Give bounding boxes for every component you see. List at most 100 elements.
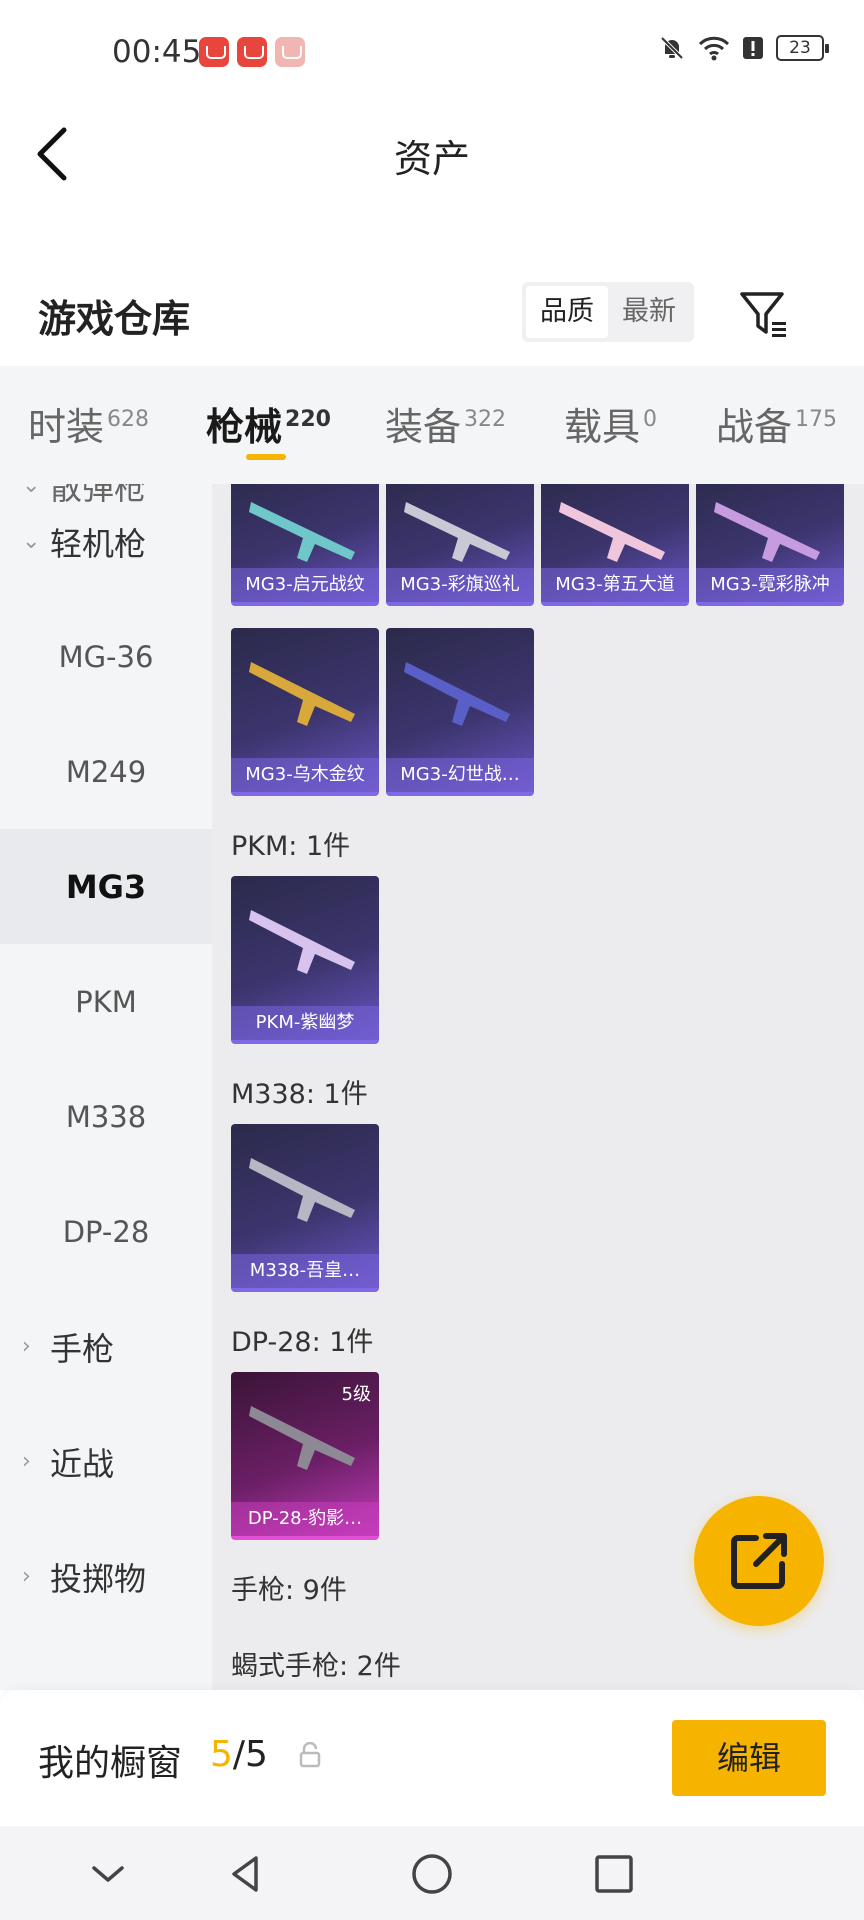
tab-equipment[interactable]: 装备 322 bbox=[385, 396, 506, 451]
sidebar-category-melee[interactable]: › 近战 bbox=[0, 1404, 212, 1519]
wifi-icon bbox=[698, 36, 730, 61]
machine-gun-icon bbox=[714, 502, 820, 562]
battery-icon: 23 bbox=[776, 35, 829, 61]
weapon-card-label: DP-28-豹影… bbox=[231, 1502, 379, 1536]
page-title: 资产 bbox=[393, 137, 470, 181]
tab-label: 枪械 bbox=[206, 405, 283, 449]
group-label-pistol: 手枪: 9件 bbox=[231, 1575, 347, 1606]
tab-label: 时装 bbox=[28, 405, 105, 449]
weapon-card[interactable]: MG3-幻世战… bbox=[386, 628, 534, 796]
tab-supplies[interactable]: 战备 175 bbox=[716, 396, 837, 451]
machine-gun-icon bbox=[249, 1158, 355, 1222]
weapon-type-sidebar: ⌄ 散弹枪 ⌄ 轻机枪 MG-36 M249 MG3 PKM M338 DP-28 … bbox=[0, 484, 212, 1690]
sidebar-item-pkm[interactable]: PKM bbox=[0, 944, 212, 1059]
external-link-icon bbox=[731, 1533, 787, 1589]
category-tabs: 时装 628 枪械 220 装备 322 载具 0 战备 175 bbox=[0, 366, 864, 484]
weapon-card[interactable]: 5级 DP-28-豹影… bbox=[231, 1372, 379, 1540]
showcase-title: 我的橱窗 bbox=[38, 1743, 183, 1784]
tab-label: 装备 bbox=[385, 405, 462, 449]
sidebar-category-label: 手枪 bbox=[50, 1329, 115, 1368]
section-title: 游戏仓库 bbox=[38, 297, 191, 341]
nav-bar: 资产 bbox=[0, 100, 864, 210]
sidebar-category-throwables[interactable]: › 投掷物 bbox=[0, 1519, 212, 1634]
weapon-card-label: MG3-第五大道 bbox=[541, 568, 689, 602]
alert-icon bbox=[743, 37, 763, 59]
back-triangle-icon[interactable] bbox=[222, 1850, 270, 1898]
status-time: 00:45 bbox=[112, 34, 202, 70]
weapon-card[interactable]: MG3-霓彩脉冲 bbox=[696, 484, 844, 606]
chevron-right-icon: › bbox=[22, 1334, 31, 1359]
edit-button[interactable]: 编辑 bbox=[672, 1720, 826, 1796]
tab-count: 175 bbox=[795, 407, 838, 433]
system-nav-bar bbox=[0, 1826, 864, 1920]
weapon-card-label: MG3-霓彩脉冲 bbox=[696, 568, 844, 602]
weapon-card-label: MG3-启元战纹 bbox=[231, 568, 379, 602]
sort-newest-button[interactable]: 最新 bbox=[608, 286, 690, 338]
machine-gun-icon bbox=[404, 662, 510, 726]
tab-label: 战备 bbox=[716, 405, 793, 449]
tab-count: 628 bbox=[107, 407, 150, 433]
share-fab[interactable] bbox=[694, 1496, 824, 1626]
chevron-right-icon: › bbox=[22, 1449, 31, 1474]
tab-count: 322 bbox=[464, 407, 507, 433]
tab-label: 载具 bbox=[564, 405, 641, 449]
weapon-card-label: MG3-乌木金纹 bbox=[231, 758, 379, 792]
showcase-bar: 我的橱窗 5/5 编辑 bbox=[0, 1690, 864, 1826]
section-header: 游戏仓库 品质 最新 bbox=[0, 270, 864, 362]
mute-bell-icon bbox=[660, 36, 684, 60]
weapon-card-label: M338-吾皇… bbox=[231, 1254, 379, 1288]
box-icon bbox=[275, 37, 305, 67]
machine-gun-icon bbox=[249, 662, 355, 726]
chevron-down-icon: ⌄ bbox=[22, 529, 41, 554]
sort-toggle: 品质 最新 bbox=[522, 282, 694, 342]
weapon-card[interactable]: PKM-紫幽梦 bbox=[231, 876, 379, 1044]
status-bar: 00:45 23 bbox=[0, 0, 864, 100]
group-label-scorpion: 蝎式手枪: 2件 bbox=[231, 1651, 401, 1682]
sidebar-item-mg36[interactable]: MG-36 bbox=[0, 599, 212, 714]
sidebar-category-label: 轻机枪 bbox=[50, 524, 147, 563]
weapon-card[interactable]: MG3-第五大道 bbox=[541, 484, 689, 606]
showcase-max: 5 bbox=[245, 1734, 268, 1775]
sort-quality-button[interactable]: 品质 bbox=[526, 286, 608, 338]
sidebar-category-pistol[interactable]: › 手枪 bbox=[0, 1289, 212, 1404]
filter-icon[interactable] bbox=[738, 288, 790, 340]
weapon-card[interactable]: MG3-彩旗巡礼 bbox=[386, 484, 534, 606]
lock-icon bbox=[299, 1742, 321, 1768]
sidebar-category-label: 近战 bbox=[50, 1444, 115, 1483]
machine-gun-icon bbox=[559, 502, 665, 562]
machine-gun-icon bbox=[249, 502, 355, 562]
sidebar-item-dp28[interactable]: DP-28 bbox=[0, 1174, 212, 1289]
machine-gun-icon bbox=[404, 502, 510, 562]
weapon-card-label: MG3-彩旗巡礼 bbox=[386, 568, 534, 602]
sidebar-item-mg3[interactable]: MG3 bbox=[0, 829, 212, 944]
weapon-card-label: MG3-幻世战… bbox=[386, 758, 534, 792]
shopping-bag-icon bbox=[237, 37, 267, 67]
weapon-card[interactable]: MG3-乌木金纹 bbox=[231, 628, 379, 796]
showcase-separator: / bbox=[232, 1734, 246, 1775]
weapon-card-label: PKM-紫幽梦 bbox=[231, 1006, 379, 1040]
showcase-current: 5 bbox=[210, 1734, 233, 1775]
machine-gun-icon bbox=[249, 910, 355, 974]
weapon-card[interactable]: M338-吾皇… bbox=[231, 1124, 379, 1292]
tab-count: 220 bbox=[285, 407, 331, 433]
home-circle-icon[interactable] bbox=[408, 1850, 456, 1898]
recents-square-icon[interactable] bbox=[590, 1850, 638, 1898]
shopping-bag-icon bbox=[199, 37, 229, 67]
weapon-card[interactable]: MG3-启元战纹 bbox=[231, 484, 379, 606]
group-label-dp28: DP-28: 1件 bbox=[231, 1327, 374, 1358]
notification-icons bbox=[199, 37, 305, 67]
sidebar-item-m338[interactable]: M338 bbox=[0, 1059, 212, 1174]
active-tab-indicator bbox=[246, 454, 286, 460]
machine-gun-icon bbox=[249, 1406, 355, 1470]
chevron-down-icon[interactable] bbox=[84, 1850, 132, 1898]
sidebar-item-m249[interactable]: M249 bbox=[0, 714, 212, 829]
group-label-pkm: PKM: 1件 bbox=[231, 831, 351, 862]
tab-vehicles[interactable]: 载具 0 bbox=[564, 396, 657, 451]
tab-outfits[interactable]: 时装 628 bbox=[28, 396, 149, 451]
tab-count: 0 bbox=[643, 407, 658, 433]
chevron-right-icon: › bbox=[22, 1564, 31, 1589]
sidebar-category-lmg[interactable]: ⌄ 轻机枪 bbox=[0, 484, 212, 599]
tab-firearms[interactable]: 枪械 220 bbox=[206, 396, 331, 451]
status-indicators: 23 bbox=[658, 34, 829, 62]
sidebar-category-label: 投掷物 bbox=[50, 1559, 147, 1598]
